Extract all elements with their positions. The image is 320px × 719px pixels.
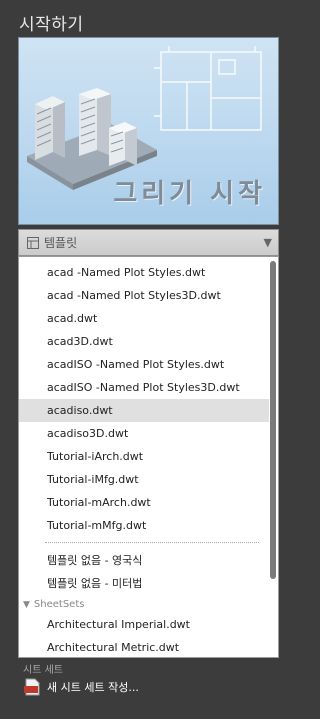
- template-item[interactable]: acad.dwt: [19, 307, 269, 330]
- new-sheet-set-link[interactable]: 새 시트 세트 작성...: [23, 677, 139, 697]
- dst-file-icon: [24, 678, 40, 696]
- new-sheet-set-label: 새 시트 세트 작성...: [47, 681, 139, 694]
- sheetsets-group-header[interactable]: ▼ SheetSets: [19, 596, 269, 613]
- sheetset-template-item[interactable]: Architectural Imperial.dwt: [19, 613, 269, 636]
- template-list-items: acad -Named Plot Styles.dwt acad -Named …: [19, 257, 269, 657]
- template-item[interactable]: acadISO -Named Plot Styles.dwt: [19, 353, 269, 376]
- template-item[interactable]: Tutorial-iArch.dwt: [19, 445, 269, 468]
- template-grid-icon: [27, 236, 39, 249]
- list-scrollbar[interactable]: [270, 261, 276, 579]
- template-item[interactable]: acad3D.dwt: [19, 330, 269, 353]
- chevron-down-icon[interactable]: ▼: [264, 236, 272, 249]
- template-list[interactable]: acad -Named Plot Styles.dwt acad -Named …: [18, 256, 279, 658]
- panel-title: 시작하기: [19, 15, 84, 35]
- template-item[interactable]: Tutorial-mMfg.dwt: [19, 514, 269, 537]
- collapse-triangle-icon: ▼: [23, 600, 30, 610]
- list-divider: [45, 542, 259, 544]
- template-item[interactable]: Tutorial-mArch.dwt: [19, 491, 269, 514]
- template-item[interactable]: acadISO -Named Plot Styles3D.dwt: [19, 376, 269, 399]
- start-drawing-tile[interactable]: 그리기 시작: [18, 37, 279, 225]
- no-template-imperial[interactable]: 템플릿 없음 - 영국식: [19, 549, 269, 572]
- templates-header[interactable]: 템플릿 ▼: [18, 229, 279, 256]
- sheetset-template-item[interactable]: Architectural Metric.dwt: [19, 636, 269, 657]
- no-template-metric[interactable]: 템플릿 없음 - 미터법: [19, 572, 269, 595]
- template-item[interactable]: acadiso3D.dwt: [19, 422, 269, 445]
- start-drawing-label: 그리기 시작: [113, 179, 266, 209]
- template-item[interactable]: Tutorial-iMfg.dwt: [19, 468, 269, 491]
- sheet-set-section-label: 시트 세트: [23, 665, 63, 676]
- templates-header-label: 템플릿: [44, 236, 78, 250]
- template-item[interactable]: acad -Named Plot Styles.dwt: [19, 261, 269, 284]
- sheetsets-group-label: SheetSets: [33, 599, 85, 610]
- template-item[interactable]: acad -Named Plot Styles3D.dwt: [19, 284, 269, 307]
- template-item-selected[interactable]: acadiso.dwt: [19, 399, 269, 422]
